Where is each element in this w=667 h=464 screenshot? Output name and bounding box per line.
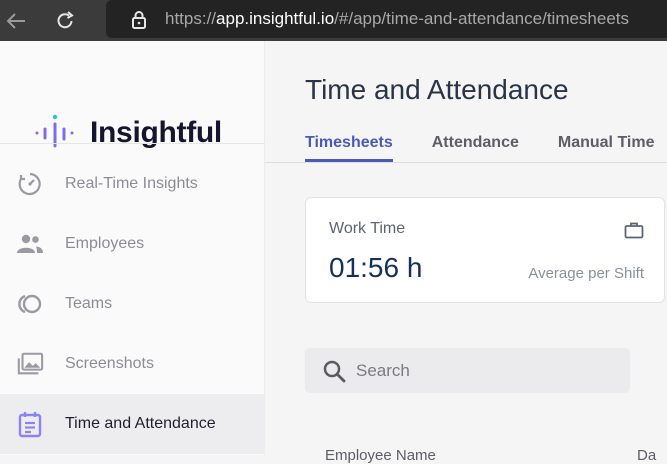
screenshots-icon xyxy=(16,350,44,378)
sidebar-item-real-time-insights[interactable]: Real-Time Insights xyxy=(0,154,265,214)
main-content: Time and Attendance Timesheets Attendanc… xyxy=(265,41,667,464)
sidebar-item-label: Time and Attendance xyxy=(65,415,216,432)
address-bar[interactable]: https://app.insightful.io/#/app/time-and… xyxy=(106,0,667,38)
page-title: Time and Attendance xyxy=(305,74,569,105)
work-time-subtitle: Average per Shift xyxy=(528,265,644,282)
logo-mark-icon xyxy=(35,114,74,148)
reload-icon xyxy=(57,10,74,28)
logo-text: Insightful xyxy=(90,116,222,149)
sidebar-item-screenshots[interactable]: Screenshots xyxy=(0,334,265,394)
column-header-employee[interactable]: Employee Name xyxy=(325,447,436,464)
url-prefix: https:// xyxy=(165,9,217,28)
tab-attendance[interactable]: Attendance xyxy=(432,134,519,162)
sidebar-item-employees[interactable]: Employees xyxy=(0,214,265,274)
search-icon xyxy=(321,358,347,384)
sidebar-item-label: Real-Time Insights xyxy=(65,175,198,192)
search-input[interactable]: Search xyxy=(305,348,630,393)
browser-toolbar: https://app.insightful.io/#/app/time-and… xyxy=(0,0,667,41)
back-button[interactable] xyxy=(0,0,36,41)
briefcase-icon xyxy=(624,221,644,239)
sidebar-item-time-and-attendance[interactable]: Time and Attendance xyxy=(0,394,265,454)
teams-icon xyxy=(16,290,44,318)
work-time-value: 01:56 h xyxy=(329,252,423,283)
sidebar-item-teams[interactable]: Teams xyxy=(0,274,265,334)
sidebar-item-label: Teams xyxy=(65,295,113,312)
sidebar-divider xyxy=(0,143,265,144)
lock-icon xyxy=(128,0,150,38)
tab-bar: Timesheets Attendance Manual Time xyxy=(305,134,667,162)
arrow-left-icon xyxy=(6,12,25,29)
calendar-icon xyxy=(16,410,44,438)
url-host: app.insightful.io xyxy=(216,9,335,28)
search-placeholder: Search xyxy=(356,360,410,380)
sidebar-item-label: Screenshots xyxy=(65,355,154,372)
sidebar: Insightful Real-Time Insights Employees … xyxy=(0,41,265,455)
url-path: /#/app/time-and-attendance/timesheets xyxy=(334,9,630,28)
work-time-label: Work Time xyxy=(329,220,406,237)
column-header-date[interactable]: Da xyxy=(637,447,656,464)
work-time-card: Work Time 01:56 h Average per Shift xyxy=(305,197,665,303)
gauge-icon xyxy=(16,170,44,198)
reload-button[interactable] xyxy=(45,0,85,41)
people-icon xyxy=(16,230,44,258)
tab-manual-time[interactable]: Manual Time xyxy=(558,134,655,162)
tabs-divider xyxy=(265,162,667,163)
sidebar-nav: Real-Time Insights Employees Teams Scree… xyxy=(0,154,265,454)
url-text: https://app.insightful.io/#/app/time-and… xyxy=(165,9,629,29)
tab-timesheets[interactable]: Timesheets xyxy=(305,134,393,162)
sidebar-item-label: Employees xyxy=(65,235,145,252)
logo[interactable]: Insightful xyxy=(34,113,222,153)
